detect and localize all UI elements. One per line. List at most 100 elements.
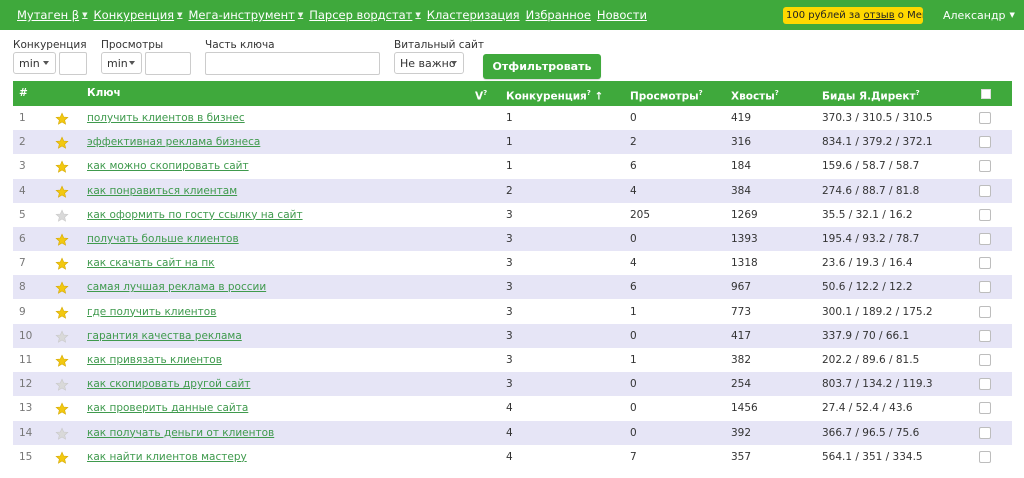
star-empty-icon[interactable] <box>55 208 69 222</box>
keyword-link[interactable]: как понравиться клиентам <box>87 179 237 203</box>
views-value: 2 <box>630 136 637 149</box>
row-checkbox[interactable] <box>979 329 991 342</box>
row-checkbox[interactable] <box>979 354 991 366</box>
row-checkbox[interactable] <box>979 208 991 221</box>
star-filled-icon[interactable] <box>55 450 69 464</box>
nav-item[interactable]: Кластеризация <box>427 8 520 22</box>
star-filled-icon[interactable] <box>55 256 69 270</box>
row-checkbox[interactable] <box>979 136 991 149</box>
star-filled-icon[interactable] <box>55 232 69 246</box>
table-row: 5 как оформить по госту ссылку на сайт 3 20… <box>13 203 1012 227</box>
keyword-link[interactable]: где получить клиентов <box>87 300 216 324</box>
col-bids[interactable]: Биды Я.Директ? <box>822 81 920 106</box>
row-checkbox[interactable] <box>979 378 991 391</box>
tails-value: 967 <box>731 281 752 294</box>
key-part-input[interactable] <box>205 52 380 75</box>
competition-value: 4 <box>506 450 513 463</box>
competition-value: 2 <box>506 184 513 197</box>
keyword-link[interactable]: гарантия качества реклама <box>87 324 242 348</box>
star-empty-icon[interactable] <box>55 377 69 391</box>
views-min-select[interactable]: min <box>101 52 142 74</box>
star-filled-icon[interactable] <box>55 111 69 125</box>
keyword-link[interactable]: эффективная реклама бизнеса <box>87 130 260 154</box>
row-checkbox[interactable] <box>979 112 991 124</box>
table-row: 11 как привязать клиентов 3 1 382 202.2 / 89.… <box>13 348 1012 372</box>
keyword-link[interactable]: как получать деньги от клиентов <box>87 421 274 445</box>
star-filled-icon[interactable] <box>55 135 69 149</box>
user-menu[interactable]: Александр ▼ <box>943 0 1015 30</box>
row-checkbox[interactable] <box>979 450 991 463</box>
row-checkbox[interactable] <box>979 305 991 318</box>
select-all-checkbox[interactable] <box>981 89 991 99</box>
keyword-link[interactable]: самая лучшая реклама в россии <box>87 275 266 299</box>
star-filled-icon[interactable] <box>55 159 69 174</box>
nav-item[interactable]: Мега-инструмент ▼ <box>188 8 303 22</box>
tails-value: 1269 <box>731 208 758 221</box>
star-filled-icon[interactable] <box>55 305 69 319</box>
nav-item[interactable]: Парсер вордстат ▼ <box>309 8 421 22</box>
keyword-link[interactable]: как оформить по госту ссылку на сайт <box>87 203 303 227</box>
help-icon[interactable]: ? <box>483 89 487 97</box>
filter-button[interactable]: Отфильтровать <box>483 54 601 79</box>
keyword-link[interactable]: как скопировать другой сайт <box>87 372 250 396</box>
row-checkbox[interactable] <box>979 160 991 173</box>
row-checkbox[interactable] <box>979 233 991 245</box>
col-tails-label: Хвосты <box>731 90 775 103</box>
row-checkbox[interactable] <box>979 281 991 294</box>
promo-banner[interactable]: 100 рублей за отзыв о Мега-... <box>783 7 923 24</box>
star-filled-icon[interactable] <box>55 184 69 198</box>
col-tails[interactable]: Хвосты? <box>731 81 779 106</box>
competition-value: 3 <box>506 378 513 391</box>
user-name: Александр <box>943 8 1006 22</box>
nav-item[interactable]: Конкуренция ▼ <box>94 8 183 22</box>
competition-max-input[interactable] <box>59 52 87 75</box>
views-max-input[interactable] <box>145 52 191 75</box>
tails-value: 382 <box>731 354 752 366</box>
keyword-link[interactable]: как можно скопировать сайт <box>87 154 249 178</box>
bids-value: 803.7 / 134.2 / 119.3 <box>822 378 933 391</box>
col-vital-label: V <box>475 90 484 103</box>
row-checkbox[interactable] <box>979 257 991 270</box>
star-filled-icon[interactable] <box>55 280 69 295</box>
vital-site-value: Не важно <box>400 56 456 70</box>
col-views[interactable]: Просмотры? <box>630 81 703 106</box>
help-icon[interactable]: ? <box>775 89 779 97</box>
col-competition[interactable]: Конкуренция? ↑ <box>506 81 603 106</box>
star-empty-icon[interactable] <box>55 329 69 343</box>
tails-value: 392 <box>731 426 752 439</box>
help-icon[interactable]: ? <box>916 89 920 97</box>
vital-site-select[interactable]: Не важно <box>394 52 464 74</box>
keyword-link[interactable]: получать больше клиентов <box>87 227 239 251</box>
star-filled-icon[interactable] <box>55 353 69 367</box>
nav-item[interactable]: Новости <box>597 8 647 22</box>
col-key[interactable]: Ключ <box>87 81 121 106</box>
views-value: 0 <box>630 329 637 342</box>
promo-review-link[interactable]: отзыв <box>864 10 895 21</box>
star-filled-icon[interactable] <box>55 401 69 416</box>
col-vital[interactable]: V? <box>475 81 487 106</box>
row-checkbox[interactable] <box>979 402 991 415</box>
keyword-link[interactable]: как проверить данные сайта <box>87 396 248 420</box>
help-icon[interactable]: ? <box>699 89 703 97</box>
competition-value: 3 <box>506 208 513 221</box>
keyword-link[interactable]: как привязать клиентов <box>87 348 222 372</box>
table-row: 3 как можно скопировать сайт 1 6 184 159.6 / … <box>13 154 1012 178</box>
star-empty-icon[interactable] <box>55 426 69 440</box>
nav-item[interactable]: Мутаген β ▼ <box>17 8 88 22</box>
row-number: 15 <box>19 450 33 463</box>
row-number: 13 <box>19 402 33 415</box>
keyword-link[interactable]: как скачать сайт на пк <box>87 251 215 275</box>
competition-value: 3 <box>506 233 513 245</box>
views-value: 0 <box>630 402 637 415</box>
top-navigation-bar: Мутаген β ▼ Конкуренция ▼ Мега-инструмент ▼ Па… <box>0 0 1024 30</box>
keyword-link[interactable]: как найти клиентов мастеру <box>87 445 247 469</box>
help-icon[interactable]: ? <box>587 89 591 97</box>
competition-min-select[interactable]: min <box>13 52 56 74</box>
nav-item-label: Новости <box>596 8 647 22</box>
row-checkbox[interactable] <box>979 426 991 439</box>
competition-value: 3 <box>506 281 513 294</box>
nav-item[interactable]: Избранное <box>526 8 591 22</box>
row-checkbox[interactable] <box>979 184 991 197</box>
keyword-link[interactable]: получить клиентов в бизнес <box>87 106 245 130</box>
row-number: 2 <box>19 136 26 149</box>
